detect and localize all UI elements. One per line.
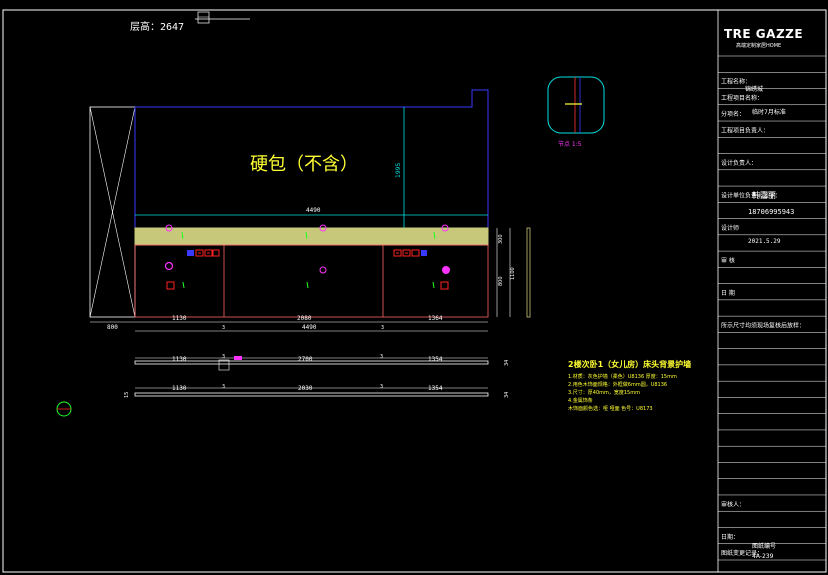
section-upper-seg-2: 2700 bbox=[298, 356, 313, 363]
drawing-frame bbox=[2, 9, 827, 573]
section-lower-mark-2: 3 bbox=[380, 384, 383, 390]
section-lower-end: 34 bbox=[504, 392, 510, 398]
bottom-dim-left-offset: 800 bbox=[107, 324, 118, 331]
detail-node-label: 节点 1:5 bbox=[558, 140, 582, 148]
bottom-dim-seg-1: 1130 bbox=[172, 315, 187, 322]
floor-height-label: 层高：2647 bbox=[130, 20, 184, 33]
tb-phone: 18706995943 bbox=[748, 208, 794, 216]
title-block-row-label: 日 期 bbox=[721, 289, 735, 297]
notes-line-4: 4.金属饰条 bbox=[568, 397, 593, 404]
tb-code: 4A-239 bbox=[752, 553, 774, 560]
title-block-row-label: 审 核 bbox=[721, 256, 735, 264]
notes-title: 2楼次卧1（女儿房）床头背景护墙 bbox=[568, 359, 691, 369]
wire-mark-3 bbox=[432, 281, 435, 289]
switch-right bbox=[440, 281, 449, 290]
lamp-marker-center bbox=[319, 266, 327, 274]
vertical-dimension-value: 1995 bbox=[395, 163, 402, 178]
title-block-row-label: 工程名称： bbox=[721, 78, 751, 86]
bottom-dim-seg-3: 1364 bbox=[428, 315, 443, 322]
socket-group-right bbox=[393, 249, 427, 257]
section-upper-seg-3: 1354 bbox=[428, 356, 443, 363]
bottom-dim-seg-2: 2080 bbox=[297, 315, 312, 322]
lamp-marker-left bbox=[164, 261, 174, 271]
right-dim-band: 300 bbox=[498, 234, 504, 244]
detail-node bbox=[547, 76, 605, 134]
company-logo-sub: 高端定制家居HOME bbox=[736, 42, 781, 49]
header-box bbox=[197, 11, 210, 24]
switch-left bbox=[166, 281, 175, 290]
title-block-row-label: 审核人： bbox=[721, 500, 745, 508]
lamp-marker-right bbox=[442, 266, 450, 274]
company-logo: TRE GAZZE bbox=[724, 27, 803, 41]
section-upper-mark-2: 3 bbox=[380, 354, 383, 360]
wire-mark-1 bbox=[182, 281, 185, 289]
title-block-row-label: 分项名： bbox=[721, 110, 745, 118]
title-block-row-label: 设计负责人： bbox=[721, 159, 757, 167]
notes-line-5: 木饰面颜色选：哑 哑面 色号：U8173 bbox=[568, 405, 653, 412]
title-block-row-label: 设计师 bbox=[721, 224, 739, 232]
tb-sub: 临时7月标准 bbox=[752, 108, 786, 116]
section-lower-seg-2: 2030 bbox=[298, 385, 313, 392]
notes-line-1: 1.材质：灰色护墙（柔色）U8136 厚度：15mm bbox=[568, 373, 677, 380]
section-upper-magenta bbox=[234, 356, 242, 360]
tb-designer-name: 韩嘉丽 bbox=[752, 190, 776, 200]
section-upper-marker bbox=[218, 359, 230, 371]
wire-mark-2 bbox=[306, 281, 309, 289]
top-dimension-value: 4490 bbox=[306, 207, 321, 214]
tb-date: 2021.5.29 bbox=[748, 238, 781, 245]
tb-sheet: 图纸编号 bbox=[752, 542, 776, 550]
cad-drawing-canvas: 层高：2647 硬包（不含） 1995 4490 300 800 1100 80… bbox=[2, 9, 827, 573]
title-block-row-label: 所示尺寸均须现场复核后放样： bbox=[721, 322, 805, 330]
section-upper-mark-1: 3 bbox=[222, 354, 225, 360]
section-lower-bar bbox=[134, 392, 489, 397]
section-lower-mark-1: 3 bbox=[222, 384, 225, 390]
section-lower-seg-1: 1130 bbox=[172, 385, 187, 392]
right-dim-lower: 800 bbox=[498, 276, 504, 286]
bottom-dim-mark-1: 3 bbox=[222, 325, 225, 331]
section-upper-seg-1: 1130 bbox=[172, 356, 187, 363]
section-lower-seg-3: 1354 bbox=[428, 385, 443, 392]
title-block-row-label: 工程项目负责人： bbox=[721, 126, 769, 134]
right-dim-total: 1100 bbox=[510, 267, 516, 280]
title-block-row-label: 工程项目名称： bbox=[721, 94, 763, 102]
title-block-rows: 工程名称：工程项目名称：分项名：工程项目负责人：设计负责人：设计单位负责人签字：… bbox=[718, 55, 826, 561]
section-upper-end: 34 bbox=[504, 360, 510, 366]
socket-group-left bbox=[187, 249, 220, 257]
tb-project: 锦绣城 bbox=[745, 85, 763, 93]
section-lower-start: 15 bbox=[124, 392, 130, 398]
hardpack-label: 硬包（不含） bbox=[250, 154, 358, 175]
title-block-row-label: 日期： bbox=[721, 533, 739, 541]
notes-line-3: 3.尺寸：厚40mm，宽度15mm bbox=[568, 389, 640, 396]
bottom-dim-total: 4490 bbox=[302, 324, 317, 331]
bottom-dim-mark-2: 3 bbox=[381, 325, 384, 331]
side-profile bbox=[526, 227, 531, 318]
title-block: TRE GAZZE 高端定制家居HOME 工程名称： 工程项目名称： 分项名： 工程项… bbox=[717, 9, 827, 573]
notes-line-2: 2.用色木饰面规格：外框做6mm圆，U8136 bbox=[568, 381, 667, 388]
